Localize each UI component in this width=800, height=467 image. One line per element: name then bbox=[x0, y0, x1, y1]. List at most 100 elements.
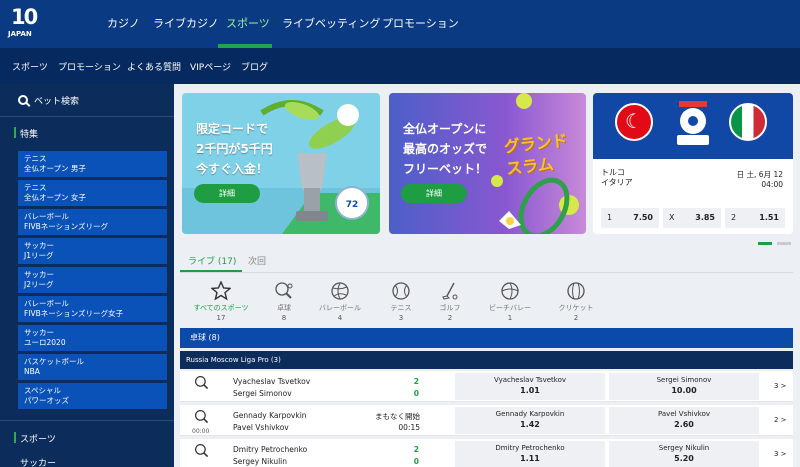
odds-selection: Vyacheslav Tsvetkov bbox=[493, 376, 567, 384]
bet-search[interactable]: ベット検索 bbox=[18, 94, 79, 107]
subnav-promotions[interactable]: プロモーション bbox=[58, 60, 121, 73]
sidebar-item-soccer-euro[interactable]: サッカー ユーロ2020 bbox=[18, 325, 167, 351]
odds-button-away[interactable]: Sergey Nikulin 5.20 bbox=[609, 441, 759, 467]
subnav-vip[interactable]: VIPページ bbox=[190, 60, 231, 73]
sidebar-item-league: ユーロ2020 bbox=[24, 338, 66, 347]
category-cricket[interactable]: クリケット 2 bbox=[545, 281, 607, 322]
carousel-dot[interactable] bbox=[777, 242, 791, 245]
sidebar-item-soccer-j2[interactable]: サッカー J2リーグ bbox=[18, 267, 167, 293]
league-header[interactable]: Russia Moscow Liga Pro (3) bbox=[180, 351, 793, 369]
away-team: イタリア bbox=[601, 178, 633, 187]
odds-selection: Sergey Nikulin bbox=[658, 444, 710, 452]
player-home: Vyacheslav Tsvetkov bbox=[233, 377, 311, 386]
match-card-header bbox=[593, 93, 793, 159]
match-row[interactable]: 00:00 Gennady Karpovkin Pavel Vshivkov ま… bbox=[180, 405, 793, 436]
sidebar-item-volleyball-vnl[interactable]: バレーボール FIVBネーションズリーグ bbox=[18, 209, 167, 235]
nav-live-casino[interactable]: ライブカジノ bbox=[153, 15, 219, 31]
sidebar-item-soccer-j1[interactable]: サッカー J1リーグ bbox=[18, 238, 167, 264]
match-clock: 00:00 bbox=[192, 428, 210, 435]
tab-upcoming[interactable]: 次回 bbox=[248, 254, 266, 267]
more-markets-link[interactable]: 2 > bbox=[774, 416, 787, 424]
turkey-flag-icon bbox=[615, 103, 653, 141]
sidebar-divider bbox=[0, 116, 174, 117]
sidebar-item-tennis-men[interactable]: テニス 全仏オープン 男子 bbox=[18, 151, 167, 177]
banner-line: 限定コードで bbox=[196, 122, 269, 136]
promo-banner-french-open[interactable]: 全仏オープンに 最高のオッズで フリーベット！ グランド スラム 詳細 bbox=[389, 93, 586, 234]
sidebar-item-basketball-nba[interactable]: バスケットボール NBA bbox=[18, 354, 167, 380]
banner-details-button[interactable]: 詳細 bbox=[401, 184, 467, 203]
odds-button-home[interactable]: Dmitry Petrochenko 1.11 bbox=[455, 441, 605, 467]
odds-draw-button[interactable]: X 3.85 bbox=[663, 208, 721, 228]
category-beach-volleyball[interactable]: ビーチバレー 1 bbox=[479, 281, 541, 322]
sidebar-item-league: J1リーグ bbox=[24, 251, 54, 260]
category-count: 8 bbox=[281, 314, 287, 322]
subnav-blog[interactable]: ブログ bbox=[241, 60, 268, 73]
banner-details-button[interactable]: 詳細 bbox=[194, 184, 260, 203]
featured-match-card[interactable]: トルコ イタリア 日 土, 6月 12 04:00 17.50 X3.85 21… bbox=[593, 93, 793, 234]
category-count: 2 bbox=[447, 314, 453, 322]
odds-value: 1.11 bbox=[520, 454, 540, 463]
category-count: 2 bbox=[573, 314, 579, 322]
nav-sports[interactable]: スポーツ bbox=[226, 15, 270, 31]
odds-key: 2 bbox=[731, 213, 737, 222]
odds-selection: Pavel Vshivkov bbox=[657, 410, 710, 418]
subnav-sports[interactable]: スポーツ bbox=[12, 60, 48, 73]
category-count: 1 bbox=[507, 314, 513, 322]
grand-slam-art-text: グランド スラム bbox=[503, 130, 571, 180]
table-tennis-icon bbox=[195, 410, 209, 424]
sidebar-item-league: パワーオッズ bbox=[24, 396, 69, 405]
nav-casino[interactable]: カジノ bbox=[107, 15, 140, 31]
odds-home-button[interactable]: 1 7.50 bbox=[601, 208, 659, 228]
promo-banner-deposit[interactable]: 72 限定コードで 2千円が5千円 今すぐ入金！ 詳細 bbox=[182, 93, 380, 234]
odds-value: 3.85 bbox=[695, 213, 715, 222]
sidebar-item-special-power-odds[interactable]: スペシャル パワーオッズ bbox=[18, 383, 167, 409]
odds-value: 1.42 bbox=[520, 420, 540, 429]
sidebar-item-league: J2リーグ bbox=[24, 280, 54, 289]
nav-promotions[interactable]: プロモーション bbox=[382, 15, 459, 31]
brand-logo[interactable]: 10 JAPAN bbox=[8, 3, 42, 43]
odds-button-away[interactable]: Pavel Vshivkov 2.60 bbox=[609, 407, 759, 434]
bet-search-label: ベット検索 bbox=[34, 97, 80, 107]
subnav-faq[interactable]: よくある質問 bbox=[127, 60, 181, 73]
category-golf[interactable]: ゴルフ 2 bbox=[419, 281, 481, 322]
sidebar-item-volleyball-vnl-women[interactable]: バレーボール FIVBネーションズリーグ女子 bbox=[18, 296, 167, 322]
tabs-divider bbox=[180, 272, 793, 273]
banner-line: 今すぐ入金！ bbox=[196, 162, 269, 176]
odds-button-away[interactable]: Sergei Simonov 10.00 bbox=[609, 373, 759, 400]
section-header-table-tennis[interactable]: 卓球 (8) bbox=[180, 328, 793, 348]
category-all-sports[interactable]: すべてのスポーツ 17 bbox=[190, 281, 252, 322]
match-row[interactable]: Dmitry Petrochenko Sergey Nikulin 2 0 Dm… bbox=[180, 439, 793, 467]
nav-live-betting[interactable]: ライブベッティング bbox=[282, 15, 380, 31]
table-tennis-icon bbox=[195, 444, 209, 458]
more-markets-link[interactable]: 3 > bbox=[774, 450, 787, 458]
odds-value: 10.00 bbox=[671, 386, 697, 395]
odds-away-button[interactable]: 2 1.51 bbox=[725, 208, 785, 228]
score-home: 2 bbox=[413, 445, 419, 454]
sidebar-item-tennis-women[interactable]: テニス 全仏オープン 女子 bbox=[18, 180, 167, 206]
banner-headline: 全仏オープンに 最高のオッズで フリーベット！ bbox=[403, 119, 487, 179]
category-table-tennis[interactable]: 卓球 8 bbox=[253, 281, 315, 322]
odds-value: 5.20 bbox=[674, 454, 694, 463]
odds-value: 1.51 bbox=[759, 213, 779, 222]
match-date: 日 土, 6月 12 bbox=[736, 170, 783, 179]
odds-key: 1 bbox=[607, 213, 613, 222]
category-count: 17 bbox=[216, 314, 226, 322]
player-home: Dmitry Petrochenko bbox=[233, 445, 308, 454]
sidebar-item-sport: テニス bbox=[24, 183, 47, 192]
category-name: バレーボール bbox=[319, 304, 361, 312]
match-row[interactable]: Vyacheslav Tsvetkov Sergei Simonov 2 0 V… bbox=[180, 371, 793, 402]
carousel-dot-active[interactable] bbox=[758, 242, 772, 245]
sidebar-item-sport: スペシャル bbox=[24, 386, 61, 395]
odds-button-home[interactable]: Vyacheslav Tsvetkov 1.01 bbox=[455, 373, 605, 400]
sidebar-item-sport: バレーボール bbox=[24, 299, 69, 308]
category-volleyball[interactable]: バレーボール 4 bbox=[309, 281, 371, 322]
category-name: ゴルフ bbox=[439, 304, 461, 312]
sidebar-item-league: FIVBネーションズリーグ bbox=[24, 222, 109, 231]
sidebar-item-sport: サッカー bbox=[24, 270, 54, 279]
tab-live[interactable]: ライブ (17) bbox=[188, 254, 236, 267]
sidebar-sport-soccer[interactable]: サッカー bbox=[20, 456, 56, 467]
odds-button-home[interactable]: Gennady Karpovkin 1.42 bbox=[455, 407, 605, 434]
more-markets-link[interactable]: 3 > bbox=[774, 382, 787, 390]
top-navigation: 10 JAPAN カジノ ライブカジノ スポーツ ライブベッティング プロモーシ… bbox=[0, 0, 800, 48]
sidebar-item-league: FIVBネーションズリーグ女子 bbox=[24, 309, 124, 318]
